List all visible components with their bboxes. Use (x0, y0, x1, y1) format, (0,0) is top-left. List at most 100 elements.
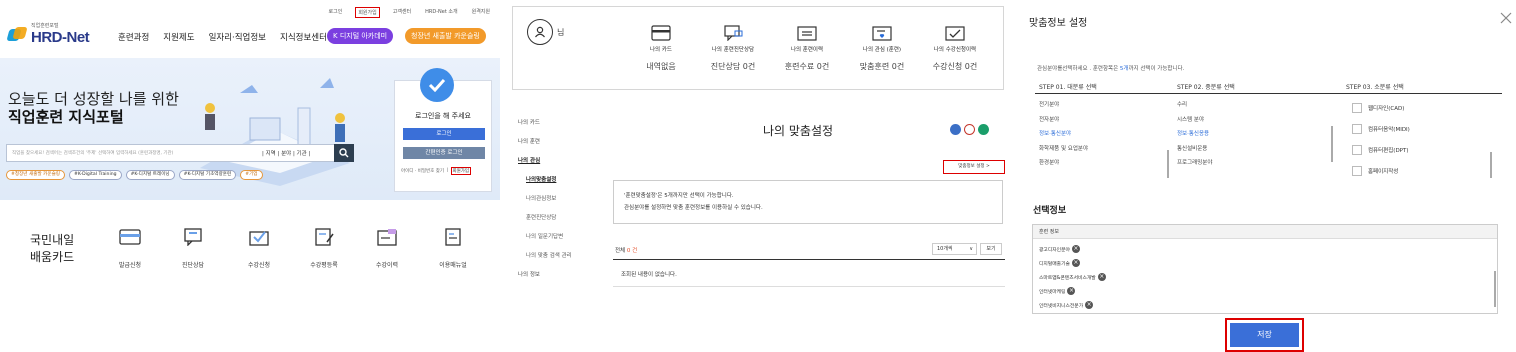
remove-icon[interactable]: × (1097, 273, 1106, 281)
lnb-item-qna[interactable]: 나의 일문기답변 (518, 232, 598, 251)
kakao-share-icon[interactable] (978, 124, 989, 135)
search-placeholder: 직업을 찾으세요! 검색어는 검색조건의 '주제' 선택하여 입력하세요 (훈련… (12, 151, 174, 156)
hashtag-item[interactable]: #K-Digital Training (69, 170, 122, 180)
custom-settings-button[interactable]: 맞춤정보 설정 > (943, 160, 1005, 174)
customer-center-link[interactable]: 고객센터 (393, 8, 411, 17)
card-issue-item[interactable]: 발급신청 (100, 228, 160, 271)
lnb-item-my-interest[interactable]: 나의 관심 (518, 156, 598, 175)
k-digital-academy-button[interactable]: K 디지털 아카데미 (327, 28, 394, 44)
summary-card-label: 나의 관심 (훈련) (862, 47, 902, 53)
search-filter-options[interactable]: | 지역 | 분야 | 기관 | (262, 149, 310, 157)
checkbox[interactable] (1352, 165, 1362, 176)
history-label: 수강이력 (375, 262, 399, 269)
signup-link-box[interactable]: 회원가입 (450, 167, 472, 175)
manual-label: 이용매뉴얼 (439, 262, 467, 269)
hashtag-item[interactable]: #기업 (240, 170, 263, 180)
checkbox[interactable] (1352, 123, 1362, 134)
selected-item-label: 인터넷마케팅 (1039, 289, 1066, 295)
minor-scrollbar[interactable] (1490, 152, 1492, 178)
selected-info-list: 광고디자인분야 × 디지털매출기술 × 스마트앱&콘텐츠서비스개발 × 인터넷마케팅 ×… (1033, 239, 1497, 315)
remove-icon[interactable]: × (1071, 245, 1080, 253)
summary-card[interactable]: 나의 카드 내역없음 (625, 25, 697, 72)
hashtag-item[interactable]: #청장년 새출발 카운슬링 (6, 170, 66, 180)
minor-item[interactable]: 컴퓨터편집(DPT) (1352, 139, 1410, 160)
lnb-item-diagnosis[interactable]: 훈련진단상담 (518, 213, 598, 232)
major-item[interactable]: 전자분야 (1039, 115, 1088, 130)
remote-support-link[interactable]: 원격지원 (472, 8, 490, 17)
minor-item-label: 컴퓨터음악(MIDI) (1368, 126, 1410, 133)
login-link[interactable]: 로그인 (329, 8, 343, 17)
remove-icon[interactable]: × (1071, 259, 1080, 267)
facebook-icon[interactable] (964, 124, 975, 135)
gnb-jobs[interactable]: 일자리·직업정보 (209, 31, 266, 43)
logo-subtitle: 직업훈련포털 (31, 23, 59, 29)
hrd-logo[interactable]: 직업훈련포털 HRD-Net (6, 22, 90, 46)
summary-card[interactable]: 나의 수강신청이력 수강신청 0건 (919, 25, 991, 72)
find-account-link[interactable]: 아이디 · 비밀번호 찾기 (401, 168, 444, 174)
middle-item[interactable]: 프로그래밍분야 (1177, 158, 1212, 173)
middle-item[interactable]: 시스템 분야 (1177, 115, 1212, 130)
signup-link[interactable]: 회원가입 (355, 7, 380, 18)
lnb-item-interest-info[interactable]: 나의관심정보 (518, 194, 598, 213)
summary-card-label: 나의 훈련이력 (790, 47, 824, 53)
summary-card-value: 수강신청 0건 (932, 62, 978, 71)
lnb-item-my-card[interactable]: 나의 카드 (518, 118, 598, 137)
hashtag-list: #청장년 새출발 카운슬링 #K-Digital Training #K-디지털… (6, 170, 263, 180)
summary-card-value: 맞춤훈련 0건 (859, 62, 905, 71)
selected-item: 디지털매출기술 × (1039, 256, 1491, 270)
history-item[interactable]: 수강이력 (357, 228, 417, 271)
diagnosis-item[interactable]: 진단상담 (163, 228, 223, 271)
summary-card[interactable]: 나의 훈련이력 훈련수료 0건 (771, 25, 843, 72)
minor-item[interactable]: 컴퓨터음악(MIDI) (1352, 118, 1410, 139)
manual-icon (445, 228, 461, 246)
login-links: 아이디 · 비밀번호 찾기 | 회원가입 (401, 167, 472, 175)
review-item[interactable]: 수강평등록 (294, 228, 354, 271)
hashtag-item[interactable]: #K-디지털 트레이닝 (125, 170, 175, 180)
view-button[interactable]: 보기 (980, 243, 1002, 255)
major-item[interactable]: 화학제품 및 요업분야 (1039, 144, 1088, 159)
selected-item: 광고디자인분야 × (1039, 242, 1491, 256)
major-item[interactable]: 환경분야 (1039, 158, 1088, 173)
lnb-item-my-training[interactable]: 나의 훈련 (518, 137, 598, 156)
save-button[interactable]: 저장 (1230, 323, 1299, 347)
simple-cert-login-button[interactable]: 간편인증 로그인 (403, 147, 485, 159)
selected-item: 스마트앱&콘텐츠서비스개발 × (1039, 270, 1491, 284)
youth-counseling-button[interactable]: 청장년 새출발 카운슬링 (405, 28, 486, 44)
selected-item: 인터넷마케팅 × (1039, 284, 1491, 298)
about-link[interactable]: HRD-Net 소개 (425, 8, 457, 17)
selected-scrollbar[interactable] (1494, 271, 1496, 307)
hashtag-item[interactable]: #K-디지털 기초역량훈련 (178, 170, 237, 180)
lnb-item-my-info[interactable]: 나의 정보 (518, 270, 598, 289)
minor-item[interactable]: 웹디자인(CAD) (1352, 97, 1410, 118)
summary-card[interactable]: 나의 관심 (훈련) 맞춤훈련 0건 (846, 25, 918, 72)
summary-card[interactable]: 나의 훈련진단상담 진단상담 0건 (697, 25, 769, 72)
middle-scrollbar[interactable] (1331, 126, 1333, 162)
gnb-knowledge[interactable]: 지식정보센터 (280, 31, 327, 43)
search-bar[interactable]: 직업을 찾으세요! 검색어는 검색조건의 '주제' 선택하여 입력하세요 (훈련… (6, 144, 354, 162)
lnb-item-search-manage[interactable]: 나의 맞춤 검색 관리 (518, 251, 598, 270)
minor-item[interactable]: 홈페이지작성 (1352, 160, 1410, 181)
login-button[interactable]: 로그인 (403, 128, 485, 140)
checkbox[interactable] (1352, 102, 1362, 113)
remove-icon[interactable]: × (1067, 287, 1076, 295)
twitter-icon[interactable] (950, 124, 961, 135)
empty-message: 조회된 내용이 없습니다. (621, 272, 677, 278)
gnb-training-courses[interactable]: 훈련과정 (118, 31, 149, 43)
remove-icon[interactable]: × (1085, 301, 1094, 309)
middle-item-selected[interactable]: 정보·통신응용 (1177, 129, 1212, 144)
checkbox[interactable] (1352, 144, 1362, 155)
close-icon[interactable] (1500, 12, 1512, 24)
major-item-selected[interactable]: 정보·통신분야 (1039, 129, 1088, 144)
middle-item[interactable]: 수리 (1177, 100, 1212, 115)
summary-card-label: 나의 훈련진단상담 (711, 47, 755, 53)
enroll-item[interactable]: 수강신청 (229, 228, 289, 271)
major-scrollbar[interactable] (1167, 150, 1169, 178)
page-title: 나의 맞춤설정 (763, 124, 834, 138)
page-size-select[interactable]: 10개씩 ∨ (932, 243, 977, 255)
lnb-item-custom-settings[interactable]: 나의맞춤설정 (518, 175, 598, 194)
manual-item[interactable]: 이용매뉴얼 (423, 228, 483, 271)
major-item[interactable]: 전기분야 (1039, 100, 1088, 115)
gnb-support[interactable]: 지원제도 (163, 31, 194, 43)
search-button[interactable] (334, 144, 354, 162)
middle-item[interactable]: 통신설비운용 (1177, 144, 1212, 159)
